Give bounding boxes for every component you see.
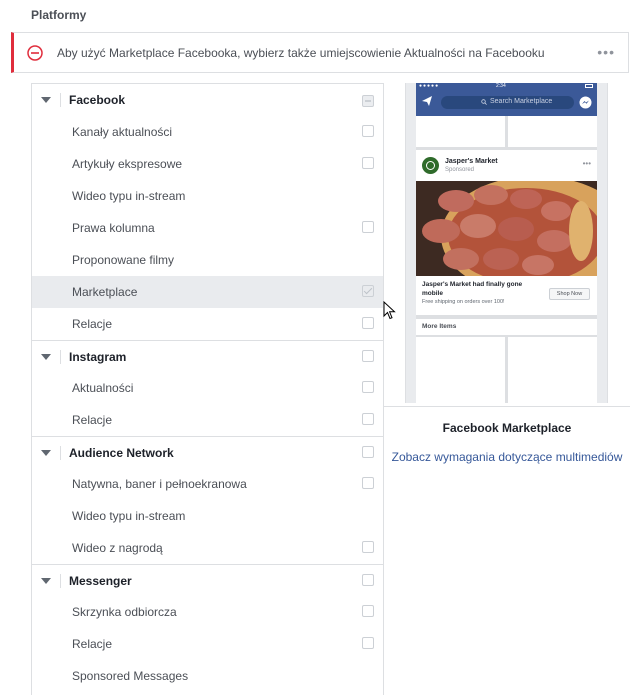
placement-label: Wideo typu in-stream (72, 189, 186, 203)
platform-group-label: Facebook (69, 93, 126, 107)
placement-label: Wideo z nagrodą (72, 541, 163, 555)
more-options-icon[interactable]: ••• (597, 45, 615, 59)
placement-checkbox[interactable] (362, 605, 374, 617)
placement-row[interactable]: Marketplace (32, 276, 383, 308)
search-placeholder: Search Marketplace (490, 98, 553, 105)
post-sponsored: Sponsored (445, 167, 475, 173)
platform-group-checkbox[interactable] (362, 446, 374, 458)
battery-icon (585, 84, 593, 88)
messenger-icon (579, 96, 592, 109)
sponsored-post: Jasper's Market Sponsored ••• Jasper's M… (416, 150, 597, 315)
status-time: 2:34 (496, 83, 506, 89)
phone-feed: Jasper's Market Sponsored ••• Jasper's M… (416, 116, 597, 403)
placement-label: Relacje (72, 317, 113, 331)
ad-preview: ●●●●● 2:34 Search Marketplace Jasper's M… (405, 83, 608, 403)
platform-group-label: Audience Network (69, 446, 174, 460)
placement-row[interactable]: Natywna, baner i pełnoekranowa (32, 468, 383, 500)
post-description: Free shipping on orders over 100! (422, 299, 505, 305)
brand-logo (422, 157, 439, 174)
placement-checkbox[interactable] (362, 157, 374, 169)
placement-row[interactable]: Aktualności (32, 372, 383, 404)
placement-checkbox[interactable] (362, 285, 374, 297)
placement-row[interactable]: Sponsored Messages (32, 660, 383, 692)
placement-checkbox[interactable] (362, 477, 374, 489)
platform-group-label: Instagram (69, 350, 127, 364)
placement-label: Kanały aktualności (72, 125, 173, 139)
listing-tile (508, 337, 597, 403)
section-title: Platformy (31, 8, 87, 22)
placement-checkbox[interactable] (362, 221, 374, 233)
placement-row[interactable]: Proponowane filmy (32, 244, 383, 276)
platform-group-row[interactable]: Facebook (32, 84, 383, 116)
error-icon (27, 45, 43, 61)
placement-label: Prawa kolumna (72, 221, 155, 235)
placement-checkbox[interactable] (362, 125, 374, 137)
listing-tile (508, 116, 597, 147)
caret-down-icon[interactable] (41, 450, 51, 456)
placement-title: Facebook Marketplace (442, 421, 572, 435)
platform-group-checkbox[interactable] (362, 574, 374, 586)
marketplace-search: Search Marketplace (441, 96, 574, 109)
placement-row[interactable]: Relacje (32, 404, 383, 436)
placement-label: Aktualności (72, 381, 134, 395)
separator (60, 446, 61, 460)
caret-down-icon[interactable] (41, 578, 51, 584)
placement-label: Relacje (72, 413, 113, 427)
placement-label: Natywna, baner i pełnoekranowa (72, 477, 247, 491)
platform-group-label: Messenger (69, 574, 132, 588)
placement-row[interactable]: Relacje (32, 628, 383, 660)
listing-tile (416, 337, 505, 403)
placement-row[interactable]: Wideo z nagrodą (32, 532, 383, 564)
placement-label: Proponowane filmy (72, 253, 175, 267)
placement-label: Marketplace (72, 285, 138, 299)
separator (60, 350, 61, 364)
separator (60, 574, 61, 588)
phone-status-bar: ●●●●● 2:34 (416, 83, 597, 91)
placement-checkbox[interactable] (362, 637, 374, 649)
more-items-label: More Items (422, 323, 457, 330)
placement-row[interactable]: Skrzynka odbiorcza (32, 596, 383, 628)
platform-group-row[interactable]: Messenger (32, 564, 383, 596)
preview-divider (384, 406, 630, 407)
mouse-cursor-icon (383, 301, 396, 320)
caret-down-icon[interactable] (41, 97, 51, 103)
platform-group-row[interactable]: Audience Network (32, 436, 383, 468)
post-headline: Jasper's Market had finally gone mobile (422, 281, 523, 297)
post-brand: Jasper's Market (445, 158, 498, 165)
placement-label: Artykuły ekspresowe (72, 157, 183, 171)
placement-checkbox[interactable] (362, 541, 374, 553)
phone-nav-bar: ●●●●● 2:34 Search Marketplace (416, 83, 597, 116)
placement-checkbox[interactable] (362, 381, 374, 393)
placement-row[interactable]: Relacje (32, 308, 383, 340)
platform-group-checkbox[interactable] (362, 350, 374, 362)
error-banner: Aby użyć Marketplace Facebooka, wybierz … (11, 32, 629, 73)
placement-checkbox[interactable] (362, 413, 374, 425)
post-more-icon: ••• (582, 159, 591, 168)
placement-label: Wideo typu in-stream (72, 509, 186, 523)
caret-down-icon[interactable] (41, 354, 51, 360)
food-image (416, 181, 597, 276)
placement-label: Sponsored Messages (72, 669, 189, 683)
more-items-header: More Items (416, 319, 597, 335)
placement-row[interactable]: Prawa kolumna (32, 212, 383, 244)
error-message: Aby użyć Marketplace Facebooka, wybierz … (57, 46, 545, 60)
platform-group-checkbox[interactable] (362, 95, 374, 107)
signal-icon: ●●●●● (419, 83, 440, 89)
send-icon (422, 96, 432, 106)
search-icon (481, 99, 487, 105)
placement-label: Skrzynka odbiorcza (72, 605, 177, 619)
media-requirements-link[interactable]: Zobacz wymagania dotyczące multimediów (384, 450, 630, 464)
listing-tile (416, 116, 505, 147)
placement-row[interactable]: Artykuły ekspresowe (32, 148, 383, 180)
shop-now-button: Shop Now (549, 288, 590, 300)
placement-row[interactable]: Wideo typu in-stream (32, 180, 383, 212)
separator (60, 93, 61, 107)
placement-row[interactable]: Wideo typu in-stream (32, 500, 383, 532)
placement-row[interactable]: Kanały aktualności (32, 116, 383, 148)
platform-group-row[interactable]: Instagram (32, 340, 383, 372)
placement-checkbox[interactable] (362, 317, 374, 329)
placement-label: Relacje (72, 637, 113, 651)
placements-list: Facebook Kanały aktualności Artykuły ekspr… (31, 83, 384, 695)
